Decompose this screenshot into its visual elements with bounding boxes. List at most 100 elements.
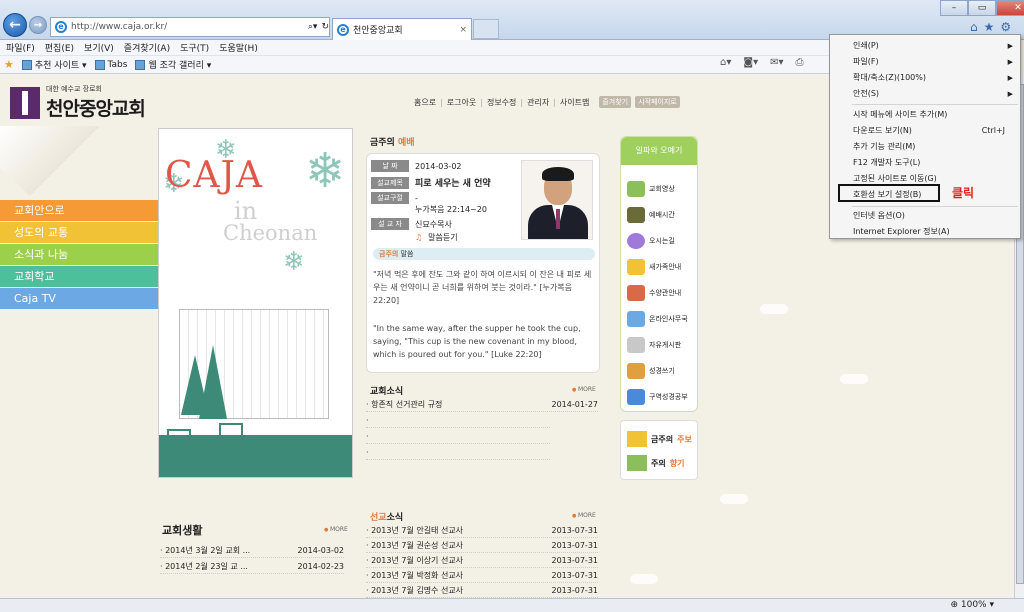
zoom-level[interactable]: ⊕ 100% ▾ (950, 600, 994, 610)
listen-button[interactable]: ♫ 말씀듣기 (415, 232, 458, 243)
list-item[interactable]: · 2014년 2월 23일 교 ... 2014-02-23 (160, 560, 344, 574)
list-item[interactable]: · (366, 446, 550, 460)
menu-tools[interactable]: 도구(T) (180, 41, 209, 54)
list-item[interactable]: · 항존직 선거관리 규정 2014-01-27 (366, 398, 598, 412)
set-homepage-button[interactable]: 시작페이지로 (635, 96, 680, 108)
menu-item-print[interactable]: 인쇄(P) ▶ (831, 38, 1019, 54)
tree-decoration (199, 345, 227, 419)
menu-item-devtools[interactable]: F12 개발자 도구(L) (831, 155, 1019, 171)
quick-item-bible-study[interactable]: 구역성경공부 (627, 389, 688, 405)
quick-label: 오시는길 (649, 237, 675, 245)
menu-item-label: 시작 메뉴에 사이트 추가(M) (853, 110, 948, 119)
menu-edit[interactable]: 편집(E) (45, 41, 74, 54)
nav-edit-info[interactable]: 정보수정 (487, 97, 516, 108)
menu-item-label: 인터넷 옵션(O) (853, 211, 905, 220)
list-item[interactable]: · 2013년 7월 박정화 선교사 2013-07-31 (366, 569, 598, 583)
menu-view[interactable]: 보기(V) (84, 41, 114, 54)
news-more-link[interactable]: MORE (572, 386, 596, 393)
menu-item-zoom[interactable]: 확대/축소(Z)(100%) ▶ (831, 70, 1019, 86)
forward-button[interactable]: → (29, 16, 47, 34)
search-icon[interactable]: ⌕▾ (308, 22, 318, 32)
fav-label: 추천 사이트 ▾ (34, 61, 87, 71)
nav-home[interactable]: 홈으로 (414, 97, 436, 108)
fav-suggested-sites[interactable]: 추천 사이트 ▾ (21, 58, 87, 71)
print-icon[interactable]: ⎙ (796, 57, 804, 68)
fav-web-slice-gallery[interactable]: 웹 조각 갤러리 ▾ (135, 58, 211, 71)
add-favorite-button[interactable]: 즐겨찾기 (599, 96, 632, 108)
tools-gear-icon[interactable]: ⚙ (1000, 20, 1011, 34)
list-item[interactable]: · 2013년 7월 안길태 선교사 2013-07-31 (366, 524, 598, 538)
visual-bottom-band (159, 435, 352, 477)
week-prefix: 주의 (651, 458, 666, 468)
menu-item-manage-addons[interactable]: 추가 기능 관리(M) (831, 139, 1019, 155)
quick-item-directions[interactable]: 오시는길 (627, 233, 675, 249)
leftnav-church-inside[interactable]: 교회안으로 (0, 200, 158, 221)
menu-file[interactable]: 파일(F) (6, 41, 35, 54)
quick-item-video[interactable]: 교회영상 (627, 181, 675, 197)
nav-sitemap[interactable]: 사이트맵 (560, 97, 589, 108)
item-date: 2013-07-31 (551, 586, 599, 595)
menu-favorites[interactable]: 즐겨찾기(A) (124, 41, 170, 54)
close-tab-icon[interactable]: × (459, 25, 467, 35)
site-logo[interactable]: 대한 예수교 장로회 천안중앙교회 (10, 84, 146, 121)
list-item[interactable]: · 2013년 7월 권순성 선교사 2013-07-31 (366, 539, 598, 553)
quick-item-retreat[interactable]: 수양관안내 (627, 285, 681, 301)
address-url[interactable]: http://www.caja.or.kr/ (71, 22, 304, 32)
quick-item-online-office[interactable]: 온라인사무국 (627, 311, 688, 327)
home-icon[interactable]: ⌂ (970, 20, 978, 34)
close-window-button[interactable]: ✕ (996, 0, 1024, 16)
visual-title: CAJA (165, 155, 263, 196)
list-item[interactable]: · 2014년 3월 2일 교회 ... 2014-03-02 (160, 544, 344, 558)
quick-label: 성경쓰기 (649, 367, 675, 375)
browser-tab[interactable]: e 천안중앙교회 × (332, 18, 472, 40)
list-item[interactable]: · 2013년 7월 이상기 선교사 2013-07-31 (366, 554, 598, 568)
quick-item-service-times[interactable]: 예배시간 (627, 207, 675, 223)
clock-icon (627, 233, 645, 249)
leftnav-news-sharing[interactable]: 소식과 나눔 (0, 244, 158, 265)
leftnav-caja-tv[interactable]: Caja TV (0, 288, 158, 309)
menu-help[interactable]: 도움말(H) (219, 41, 258, 54)
maximize-button[interactable]: ▭ (968, 0, 996, 16)
menu-item-file[interactable]: 파일(F) ▶ (831, 54, 1019, 70)
menu-item-safety[interactable]: 안전(S) ▶ (831, 86, 1019, 102)
new-tab-button[interactable] (473, 19, 499, 39)
menu-item-add-to-start[interactable]: 시작 메뉴에 사이트 추가(M) (831, 107, 1019, 123)
nav-logout[interactable]: 로그아웃 (447, 97, 476, 108)
home-icon[interactable]: ⌂▾ (720, 57, 731, 68)
fragrance-link[interactable]: 주의 향기 (627, 455, 684, 471)
cloud-decoration (720, 494, 748, 504)
quick-item-bible-writing[interactable]: 성경쓰기 (627, 363, 675, 379)
church-icon (627, 181, 645, 197)
paper-curl-decoration (0, 126, 100, 196)
life-more-link[interactable]: MORE (324, 526, 348, 533)
favorites-star-icon[interactable]: ★ (4, 58, 14, 71)
nav-admin[interactable]: 관리자 (527, 97, 549, 108)
mission-more-link[interactable]: MORE (572, 512, 596, 519)
quick-item-board[interactable]: 자유게시판 (627, 337, 681, 353)
minimize-button[interactable]: – (940, 0, 968, 16)
scripture-korean: "저녁 먹은 후에 잔도 그와 같이 하여 이르시되 이 잔은 내 피로 세우는… (373, 270, 592, 305)
quick-label: 구역성경공부 (649, 393, 688, 401)
church-logo-icon (10, 86, 40, 119)
mail-icon[interactable]: ✉▾ (770, 57, 783, 68)
list-item[interactable]: · (366, 414, 550, 428)
menu-item-label: 인쇄(P) (853, 41, 879, 50)
refresh-icon[interactable]: ↻ (321, 22, 329, 32)
favorites-star-icon[interactable]: ★ (984, 20, 995, 34)
menu-item-internet-options[interactable]: 인터넷 옵션(O) (831, 208, 1019, 224)
menu-item-about-ie[interactable]: Internet Explorer 정보(A) (831, 224, 1019, 240)
list-item[interactable]: · 2013년 7월 김명수 선교사 2013-07-31 (366, 584, 598, 598)
item-title: · 2013년 7월 안길태 선교사 (366, 526, 464, 535)
back-button[interactable]: ← (3, 13, 27, 37)
fav-tabs[interactable]: Tabs (94, 59, 127, 70)
leftnav-fellowship[interactable]: 성도의 교통 (0, 222, 158, 243)
item-title: · 2013년 7월 이상기 선교사 (366, 556, 464, 565)
quick-item-newcomer[interactable]: 새가족안내 (627, 259, 681, 275)
address-bar[interactable]: e http://www.caja.or.kr/ ⌕▾ ↻ (50, 17, 330, 37)
item-date: 2013-07-31 (551, 571, 599, 580)
menu-item-view-downloads[interactable]: 다운로드 보기(N) Ctrl+J (831, 123, 1019, 139)
leftnav-church-school[interactable]: 교회학교 (0, 266, 158, 287)
weekly-bulletin-link[interactable]: 금주의 주보 (627, 431, 692, 447)
list-item[interactable]: · (366, 430, 550, 444)
rss-icon[interactable]: ◙▾ (743, 57, 758, 68)
